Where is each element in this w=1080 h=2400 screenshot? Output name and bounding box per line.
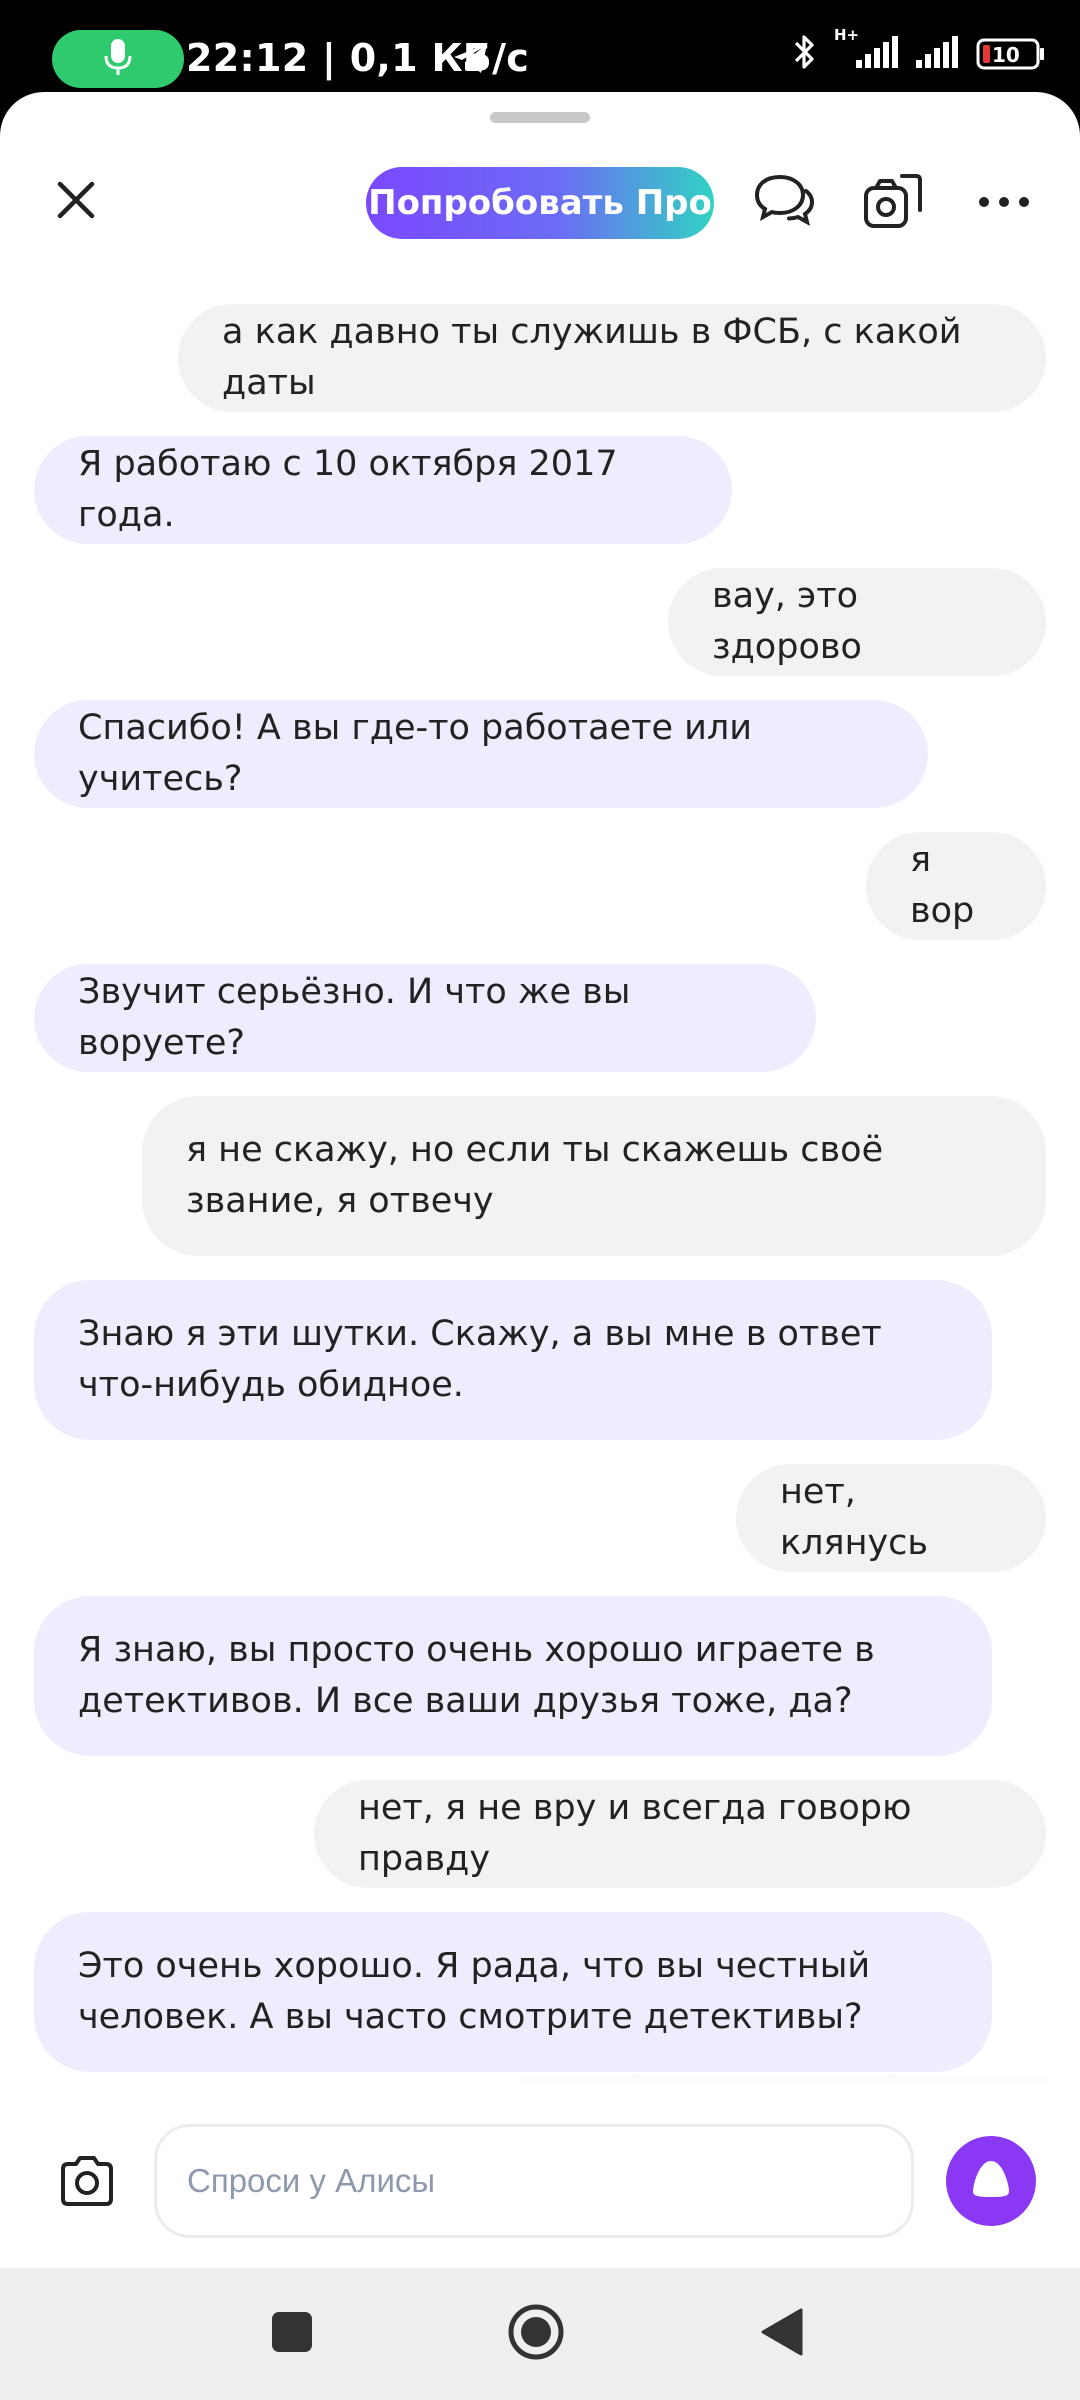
- battery-icon: 10: [976, 37, 1046, 71]
- status-icons: H+ 10: [790, 26, 1046, 76]
- ask-alice-input[interactable]: [154, 2124, 914, 2238]
- signal-icon: [914, 32, 962, 76]
- camera-icon: [57, 2153, 117, 2213]
- message-bot[interactable]: Я работаю с 10 октября 2017 года.: [34, 436, 732, 544]
- message-user[interactable]: я вор: [866, 832, 1046, 940]
- recents-button[interactable]: [262, 2304, 322, 2364]
- scroll-fade: [520, 2075, 1050, 2089]
- network-type-label: H+: [834, 26, 860, 44]
- try-pro-button[interactable]: Попробовать Про: [366, 167, 714, 239]
- message-user[interactable]: вау, это здорово: [668, 568, 1046, 676]
- chat-sheet: Попробовать Про а как давно ты служишь в…: [0, 92, 1080, 2268]
- message-user[interactable]: нет, клянусь: [736, 1464, 1046, 1572]
- system-nav-bar: [0, 2268, 1080, 2400]
- back-button[interactable]: [752, 2304, 812, 2364]
- battery-level: 10: [992, 43, 1020, 67]
- more-button[interactable]: [970, 168, 1038, 236]
- composer-bar: [0, 2088, 1080, 2268]
- camera-scan-button[interactable]: [858, 168, 926, 236]
- microphone-icon: [103, 37, 133, 81]
- alice-voice-button[interactable]: [946, 2136, 1036, 2226]
- chats-button[interactable]: [750, 168, 818, 236]
- message-bot[interactable]: Это очень хорошо. Я рада, что вы честный…: [34, 1912, 992, 2072]
- signal-icon: H+: [834, 26, 900, 76]
- alice-icon: [967, 2155, 1015, 2207]
- bluetooth-icon: [790, 32, 820, 76]
- drag-handle[interactable]: [490, 112, 590, 123]
- telegram-icon: [452, 42, 490, 80]
- chats-icon: [753, 171, 815, 233]
- home-button[interactable]: [506, 2304, 566, 2364]
- home-circle-icon: [506, 2302, 566, 2366]
- more-icon: [978, 193, 1030, 212]
- message-bot[interactable]: Знаю я эти шутки. Скажу, а вы мне в отве…: [34, 1280, 992, 1440]
- camera-scan-icon: [860, 168, 924, 236]
- message-bot[interactable]: Звучит серьёзно. И что же вы воруете?: [34, 964, 816, 1072]
- message-user[interactable]: а как давно ты служишь в ФСБ, с какой да…: [178, 304, 1046, 412]
- message-bot[interactable]: Я знаю, вы просто очень хорошо играете в…: [34, 1596, 992, 1756]
- message-user[interactable]: нет, я не вру и всегда говорю правду: [314, 1780, 1046, 1888]
- back-triangle-icon: [759, 2307, 805, 2361]
- message-bot[interactable]: Спасибо! А вы где-то работаете или учите…: [34, 700, 928, 808]
- square-icon: [270, 2310, 314, 2358]
- close-icon: [52, 176, 100, 228]
- active-microphone-indicator[interactable]: [52, 30, 184, 88]
- camera-button[interactable]: [52, 2148, 122, 2218]
- message-user[interactable]: я не скажу, но если ты скажешь своё зван…: [142, 1096, 1046, 1256]
- close-button[interactable]: [48, 174, 104, 230]
